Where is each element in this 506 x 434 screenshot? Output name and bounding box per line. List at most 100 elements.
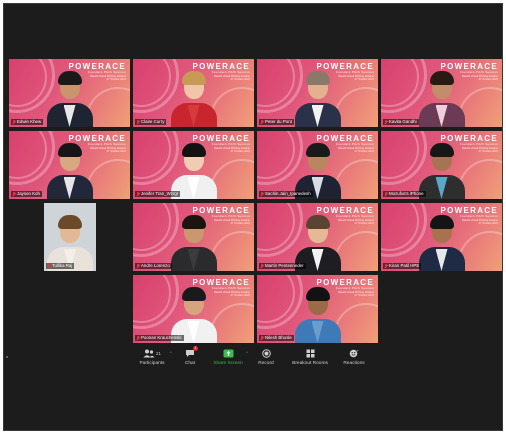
participant-video-tile[interactable]: POWERACE Founders Pitch Session Rebuilt Vi… [257, 59, 378, 127]
participant-video-tile[interactable]: POWERACE Founders Pitch Session Rebuilt Vi… [9, 59, 130, 127]
participants-button[interactable]: 21 Participants ^ [133, 348, 172, 366]
participant-name: Nilesh Bhosle [265, 335, 292, 340]
participant-hair [429, 143, 454, 157]
background-arc [334, 303, 378, 343]
background-arc [86, 159, 130, 199]
breakout-rooms-icon [306, 349, 314, 358]
participant-hair [305, 215, 330, 229]
background-arc [86, 87, 130, 127]
mic-muted-icon [260, 335, 264, 341]
participant-video-tile[interactable]: POWERACE Founders Pitch Session Rebuilt Vi… [9, 131, 130, 199]
participant-nameplate: Sachin Jain_Ipanedesh [259, 191, 313, 197]
background-arc [334, 87, 378, 127]
mic-muted-icon [136, 119, 140, 125]
participant-nameplate: Edwin Khew [11, 119, 44, 125]
record-button[interactable]: Record [247, 348, 285, 366]
record-label: Record [258, 361, 274, 366]
background-arc [458, 159, 502, 199]
participant-name: Claire Curry [141, 119, 165, 124]
participant-avatar [294, 287, 341, 343]
mic-muted-icon [260, 119, 264, 125]
participants-count: 21 [155, 351, 161, 356]
reactions-button[interactable]: + Reactions [335, 348, 373, 366]
participant-nameplate: Andre Lorenzo [135, 263, 172, 269]
participant-video-tile[interactable]: POWERACE Founders Pitch Session Rebuilt Vi… [133, 59, 254, 127]
participant-nameplate: Jenifer Tran_Wzrgr [135, 191, 181, 197]
participant-video-tile[interactable]: POWERACE Founders Pitch Session Rebuilt Vi… [381, 131, 502, 199]
participant-nameplate: Claire Curry [135, 119, 167, 125]
chat-label: Chat [184, 361, 196, 366]
breakout-rooms-button[interactable]: Breakout Rooms [285, 348, 335, 366]
svg-text:+: + [357, 349, 360, 353]
participant-hair [57, 71, 82, 85]
participant-name: Sachin Jain_Ipanedesh [265, 191, 311, 196]
participant-hair [181, 215, 206, 229]
participant-avatar [418, 215, 465, 271]
breakout-rooms-label: Breakout Rooms [292, 361, 328, 366]
participant-video-tile[interactable]: POWERACE Founders Pitch Session Rebuilt Vi… [381, 59, 502, 127]
participant-video-tile[interactable]: POWERACE Founders Pitch Session Rebuilt Vi… [257, 131, 378, 199]
participant-avatar [294, 71, 341, 127]
mic-muted-icon [136, 263, 140, 269]
participant-name: Poonan Krauchenski [141, 335, 182, 340]
background-arc [210, 231, 254, 271]
share-screen-icon [223, 349, 233, 358]
mic-muted-icon [384, 263, 388, 269]
chat-button[interactable]: 1 Chat [171, 346, 209, 366]
mic-muted-icon [136, 335, 140, 341]
participant-nameplate: Kiran Patil HPE [383, 263, 422, 269]
participant-hair [181, 143, 206, 157]
mic-muted-icon [47, 263, 51, 269]
participant-nameplate: Tullika Raj [46, 263, 75, 269]
record-icon [261, 349, 271, 358]
participant-avatar [170, 215, 217, 271]
participant-name: Kiran Patil HPE [389, 263, 420, 268]
participant-name: Mozufus's iPhone [389, 191, 424, 196]
participant-name: Tullika Raj [52, 263, 73, 268]
meeting-toolbar: 21 Participants ^ 1 Chat Share Screen ^ … [4, 346, 502, 376]
background-arc [210, 303, 254, 343]
background-arc [334, 231, 378, 271]
share-screen-label: Share Screen [213, 361, 243, 366]
mic-muted-icon [12, 191, 16, 197]
participant-avatar [418, 71, 465, 127]
participant-name: Kavita Gandhi [389, 119, 417, 124]
participant-video-tile[interactable]: POWERACE Founders Pitch Session Rebuilt Vi… [381, 203, 502, 271]
share-screen-button[interactable]: Share Screen ^ [209, 348, 248, 366]
participant-nameplate: Nilesh Bhosle [259, 335, 294, 341]
participant-avatar [46, 143, 93, 199]
participant-video-tile[interactable]: Tullika Raj [44, 203, 96, 271]
participant-nameplate: Martin Pentenrieder [259, 263, 306, 269]
participant-hair [57, 143, 82, 157]
participant-name: Jayson Koh [17, 191, 40, 196]
participant-video-tile[interactable]: POWERACE Founders Pitch Session Rebuilt Vi… [257, 275, 378, 343]
participant-video-tile[interactable]: POWERACE Founders Pitch Session Rebuilt Vi… [133, 131, 254, 199]
mic-muted-icon [260, 191, 264, 197]
participants-icon [143, 349, 155, 358]
background-arc [458, 231, 502, 271]
participant-nameplate: Mozufus's iPhone [383, 191, 426, 197]
participant-nameplate: Jayson Koh [11, 191, 42, 197]
participant-video-tile[interactable]: POWERACE Founders Pitch Session Rebuilt Vi… [133, 203, 254, 271]
participant-hair [429, 215, 454, 229]
reactions-label: Reactions [343, 361, 365, 366]
participant-name: Andre Lorenzo [141, 263, 170, 268]
background-arc [210, 87, 254, 127]
participant-avatar [170, 71, 217, 127]
chat-badge: 1 [193, 346, 198, 351]
mic-muted-icon [12, 119, 16, 125]
participant-nameplate: Kavita Gandhi [383, 119, 419, 125]
mic-muted-icon [260, 263, 264, 269]
zoom-gallery-window: POWERACE Founders Pitch Session Rebuilt Vi… [3, 3, 503, 431]
background-arc [458, 87, 502, 127]
mic-muted-icon [384, 119, 388, 125]
participant-hair [181, 287, 206, 301]
participant-hair [181, 71, 206, 85]
participant-name: Jenifer Tran_Wzrgr [141, 191, 179, 196]
participant-video-tile[interactable]: POWERACE Founders Pitch Session Rebuilt Vi… [257, 203, 378, 271]
participant-name: Edwin Khew [17, 119, 42, 124]
background-arc [334, 159, 378, 199]
participant-name: Martin Pentenrieder [265, 263, 304, 268]
participant-hair [305, 287, 330, 301]
participant-video-tile[interactable]: POWERACE Founders Pitch Session Rebuilt Vi… [133, 275, 254, 343]
